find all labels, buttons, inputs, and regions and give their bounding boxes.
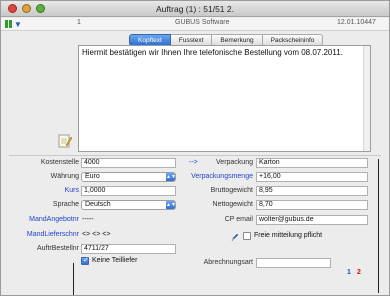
status-flag-icon [5, 20, 8, 28]
info-right-text: 12.01.10447 [337, 19, 376, 26]
header-text-content: Hiermit bestätigen wir Ihnen Ihre telefo… [82, 48, 343, 57]
chevron-updown-icon: ▲▼ [166, 173, 176, 181]
order-window: Auftrag (1) : 51/51 2. ▼ 1 GUBUS Softwar… [0, 0, 390, 296]
keine-teillieferung-label: Keine Teilliefer [92, 257, 138, 264]
abrechnungsart-field[interactable] [256, 258, 331, 268]
sprache-label: Sprache [52, 201, 79, 208]
chevron-updown-icon: ▲▼ [166, 201, 176, 209]
sprache-select[interactable]: Deutsch ▲▼ [81, 200, 176, 210]
section-divider [9, 155, 381, 156]
mandlieferschnr-label[interactable]: MandLieferschnr [1, 231, 79, 238]
bruttogewicht-field[interactable]: 8,95 [256, 186, 368, 196]
shield-icon: ▼ [14, 20, 22, 29]
waehrung-label: Währung [50, 173, 79, 180]
auftrbestellnr-label: AuftrBestellnr [36, 245, 79, 252]
page-1-link[interactable]: 1 [347, 269, 351, 276]
pencil-icon[interactable] [231, 233, 239, 242]
auftrbestellnr-field[interactable]: 4711/27 [81, 244, 176, 254]
page-2-link[interactable]: 2 [357, 269, 361, 276]
window-title: Auftrag (1) : 51/51 2. [156, 4, 234, 14]
verpackung-arrow[interactable]: --> [189, 159, 198, 166]
info-bar: ▼ 1 GUBUS Software 12.01.10447 [1, 18, 389, 31]
email-field[interactable]: wolter@gubus.de [256, 215, 368, 225]
checkmark-icon: ✓ [83, 257, 89, 264]
note-edit-icon[interactable] [58, 133, 72, 149]
bruttogewicht-label: Bruttogewicht [210, 187, 253, 194]
verpackungsmenge-field[interactable]: +16,00 [256, 172, 368, 182]
keine-teillieferung-checkbox[interactable]: ✓ [81, 257, 89, 265]
email-label: CP email [224, 216, 253, 223]
sprache-value: Deutsch [85, 201, 111, 208]
info-center-text: GUBUS Software [175, 19, 230, 26]
header-text-area[interactable]: Hiermit bestätigen wir Ihnen Ihre telefo… [78, 45, 371, 152]
guide-line [378, 159, 379, 293]
kurs-label[interactable]: Kurs [11, 187, 79, 194]
waehrung-select[interactable]: Euro ▲▼ [81, 172, 176, 182]
kostenstelle-label: Kostenstelle [40, 159, 79, 166]
freie-mitteilung-label: Freie mitteilung pflicht [254, 232, 323, 239]
title-bar: Auftrag (1) : 51/51 2. [1, 1, 389, 17]
status-flag-icon [9, 20, 12, 28]
verpackung-field[interactable]: Karton [256, 158, 368, 168]
mandangebotnr-label[interactable]: MandAngebotnr [1, 216, 79, 223]
waehrung-value: Euro [85, 173, 100, 180]
verpackung-label: Verpackung [216, 159, 253, 166]
freie-mitteilung-checkbox[interactable] [243, 232, 251, 240]
guide-line [73, 263, 74, 295]
mandlieferschnr-value: <> <> <> [82, 231, 111, 238]
info-left-text: 1 [77, 19, 81, 26]
kostenstelle-field[interactable]: 4000 [81, 158, 176, 168]
nettogewicht-field[interactable]: 8,70 [256, 200, 368, 210]
abrechnungsart-label: Abrechnungsart [203, 259, 253, 266]
verpackungsmenge-label[interactable]: Verpackungsmenge [181, 173, 253, 180]
text-scrollbar[interactable] [363, 46, 370, 151]
mandangebotnr-value: ----- [82, 216, 94, 223]
kurs-field[interactable]: 1,0000 [81, 186, 176, 196]
nettogewicht-label: Nettogewicht [212, 201, 253, 208]
